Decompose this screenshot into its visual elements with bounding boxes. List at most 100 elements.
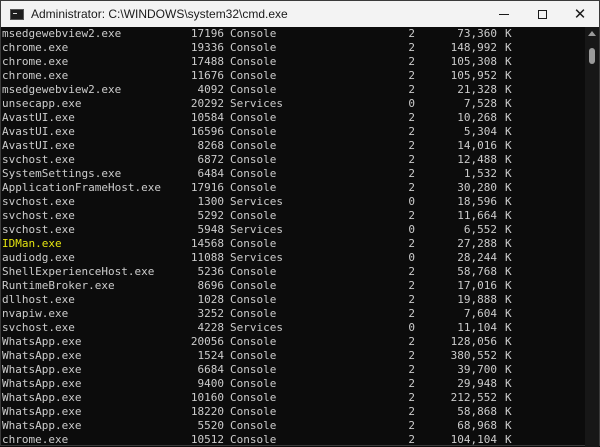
memory-usage: 10,268 <box>457 111 497 124</box>
cmd-icon <box>10 8 24 20</box>
session-name: Services <box>230 223 283 236</box>
session-number: 2 <box>408 405 415 418</box>
process-row: unsecapp.exe 20292 Services 0 7,528 K <box>1 97 585 111</box>
session-number: 2 <box>408 279 415 292</box>
process-row: WhatsApp.exe 6684 Console 2 39,700 K <box>1 363 585 377</box>
memory-usage: 39,700 <box>457 363 497 376</box>
process-pid: 17916 <box>190 181 224 194</box>
session-name: Console <box>230 391 277 404</box>
process-pid: 16596 <box>190 125 224 138</box>
minimize-button[interactable] <box>485 1 523 27</box>
session-number: 0 <box>408 223 415 236</box>
process-pid: 1028 <box>197 293 225 306</box>
session-name: Services <box>230 195 283 208</box>
close-button[interactable]: ✕ <box>561 1 599 27</box>
process-pid: 10512 <box>190 433 224 446</box>
memory-unit: K <box>505 209 512 222</box>
process-name: svchost.exe <box>2 153 75 166</box>
process-row: AvastUI.exe 16596 Console 2 5,304 K <box>1 125 585 139</box>
process-row: svchost.exe 1300 Services 0 18,596 K <box>1 195 585 209</box>
process-pid: 20056 <box>190 335 224 348</box>
memory-usage: 68,968 <box>457 419 497 432</box>
session-name: Console <box>230 419 277 432</box>
memory-usage: 73,360 <box>457 27 497 40</box>
memory-unit: K <box>505 237 512 250</box>
process-row: nvapiw.exe 3252 Console 2 7,604 K <box>1 307 585 321</box>
session-name: Console <box>230 433 277 446</box>
memory-usage: 30,280 <box>457 181 497 194</box>
memory-usage: 212,552 <box>450 391 497 404</box>
process-name: msedgewebview2.exe <box>2 27 122 40</box>
scroll-up-arrow-icon[interactable] <box>588 31 596 36</box>
process-row: svchost.exe 5292 Console 2 11,664 K <box>1 209 585 223</box>
session-name: Console <box>230 349 277 362</box>
scroll-thumb[interactable] <box>589 48 595 64</box>
maximize-button[interactable] <box>523 1 561 27</box>
process-row: svchost.exe 6872 Console 2 12,488 K <box>1 153 585 167</box>
process-name: ApplicationFrameHost.exe <box>2 181 161 194</box>
session-number: 2 <box>408 69 415 82</box>
memory-unit: K <box>505 321 512 334</box>
memory-unit: K <box>505 251 512 264</box>
memory-unit: K <box>505 195 512 208</box>
session-name: Console <box>230 209 277 222</box>
memory-usage: 11,664 <box>457 209 497 222</box>
session-name: Console <box>230 181 277 194</box>
process-name: IDMan.exe <box>2 237 62 250</box>
process-row: dllhost.exe 1028 Console 2 19,888 K <box>1 293 585 307</box>
memory-usage: 21,328 <box>457 83 497 96</box>
session-name: Console <box>230 405 277 418</box>
vertical-scrollbar[interactable] <box>585 27 599 447</box>
process-pid: 5236 <box>197 265 225 278</box>
session-name: Services <box>230 251 283 264</box>
session-name: Console <box>230 279 277 292</box>
process-row: chrome.exe 17488 Console 2 105,308 K <box>1 55 585 69</box>
memory-unit: K <box>505 335 512 348</box>
memory-usage: 58,868 <box>457 405 497 418</box>
session-name: Services <box>230 321 283 334</box>
process-row: msedgewebview2.exe 4092 Console 2 21,328 K <box>1 83 585 97</box>
memory-usage: 104,104 <box>450 433 497 446</box>
memory-usage: 105,952 <box>450 69 497 82</box>
process-pid: 10160 <box>190 391 224 404</box>
process-row: RuntimeBroker.exe 8696 Console 2 17,016 K <box>1 279 585 293</box>
process-row: audiodg.exe 11088 Services 0 28,244 K <box>1 251 585 265</box>
session-name: Services <box>230 97 283 110</box>
process-name: unsecapp.exe <box>2 97 82 110</box>
minimize-icon <box>499 13 509 15</box>
process-pid: 17488 <box>190 55 224 68</box>
process-pid: 6484 <box>197 167 225 180</box>
session-number: 2 <box>408 237 415 250</box>
memory-usage: 14,016 <box>457 139 497 152</box>
process-name: AvastUI.exe <box>2 111 75 124</box>
console-output[interactable]: msedgewebview2.exe 17196 Console 2 73,360 Kch… <box>1 27 585 447</box>
memory-usage: 29,948 <box>457 377 497 390</box>
process-name: dllhost.exe <box>2 293 75 306</box>
cmd-window: Administrator: C:\WINDOWS\system32\cmd.e… <box>0 0 600 447</box>
session-number: 2 <box>408 83 415 96</box>
session-number: 2 <box>408 391 415 404</box>
session-number: 2 <box>408 167 415 180</box>
process-pid: 6872 <box>197 153 225 166</box>
session-number: 2 <box>408 335 415 348</box>
memory-unit: K <box>505 363 512 376</box>
process-row: AvastUI.exe 10584 Console 2 10,268 K <box>1 111 585 125</box>
session-name: Console <box>230 27 277 40</box>
process-name: chrome.exe <box>2 433 69 446</box>
process-pid: 19336 <box>190 41 224 54</box>
maximize-icon <box>537 9 547 19</box>
memory-unit: K <box>505 181 512 194</box>
session-number: 2 <box>408 307 415 320</box>
session-name: Console <box>230 83 277 96</box>
window-title: Administrator: C:\WINDOWS\system32\cmd.e… <box>31 7 288 21</box>
session-name: Console <box>230 335 277 348</box>
process-pid: 8268 <box>197 139 225 152</box>
memory-usage: 12,488 <box>457 153 497 166</box>
memory-unit: K <box>505 125 512 138</box>
process-name: WhatsApp.exe <box>2 391 82 404</box>
memory-usage: 5,304 <box>463 125 497 138</box>
title-bar[interactable]: Administrator: C:\WINDOWS\system32\cmd.e… <box>1 1 599 27</box>
session-number: 2 <box>408 419 415 432</box>
process-pid: 1300 <box>197 195 225 208</box>
session-number: 2 <box>408 55 415 68</box>
